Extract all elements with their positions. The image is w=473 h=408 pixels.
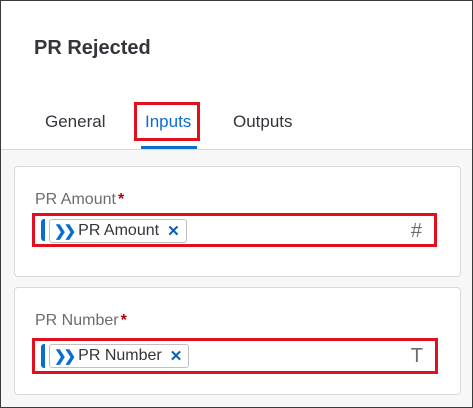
chevron-double-right-icon: ❯❯: [54, 223, 76, 240]
tab-general[interactable]: General: [45, 112, 105, 132]
text-type-icon: T: [410, 345, 423, 367]
number-type-icon: #: [410, 220, 422, 242]
token-label: PR Number: [78, 347, 162, 364]
panel: PR Rejected General Inputs Outputs PR Am…: [0, 0, 473, 408]
pr-number-token[interactable]: ❯❯ PR Number ✕: [49, 344, 190, 368]
token-label: PR Amount: [78, 222, 160, 239]
field-label-pr-number: PR Number *: [35, 312, 127, 330]
required-marker: *: [117, 191, 125, 208]
active-tab-indicator: [141, 146, 197, 149]
pr-number-input[interactable]: ❯❯ PR Number ✕ T: [41, 344, 429, 368]
required-marker: *: [120, 312, 127, 329]
tab-highlight-box: [134, 102, 200, 141]
field-label-text: PR Amount: [35, 191, 116, 208]
page-title: PR Rejected: [34, 37, 151, 59]
pr-number-input-highlight: ❯❯ PR Number ✕ T: [32, 338, 438, 374]
field-label-pr-amount: PR Amount *: [35, 191, 124, 209]
field-card-pr-number: PR Number * ❯❯ PR Number ✕ T: [14, 287, 461, 395]
close-icon[interactable]: ✕: [170, 347, 183, 365]
close-icon[interactable]: ✕: [167, 222, 180, 240]
field-label-text: PR Number: [35, 312, 119, 329]
field-card-pr-amount: PR Amount * ❯❯ PR Amount ✕ #: [14, 166, 461, 277]
chevron-double-right-icon: ❯❯: [54, 348, 76, 365]
pr-amount-input-highlight: ❯❯ PR Amount ✕ #: [32, 213, 437, 247]
panel-header: PR Rejected General Inputs Outputs: [1, 1, 472, 150]
pr-amount-token[interactable]: ❯❯ PR Amount ✕: [49, 219, 187, 243]
tab-outputs[interactable]: Outputs: [233, 112, 293, 132]
pr-amount-input[interactable]: ❯❯ PR Amount ✕ #: [41, 219, 428, 243]
